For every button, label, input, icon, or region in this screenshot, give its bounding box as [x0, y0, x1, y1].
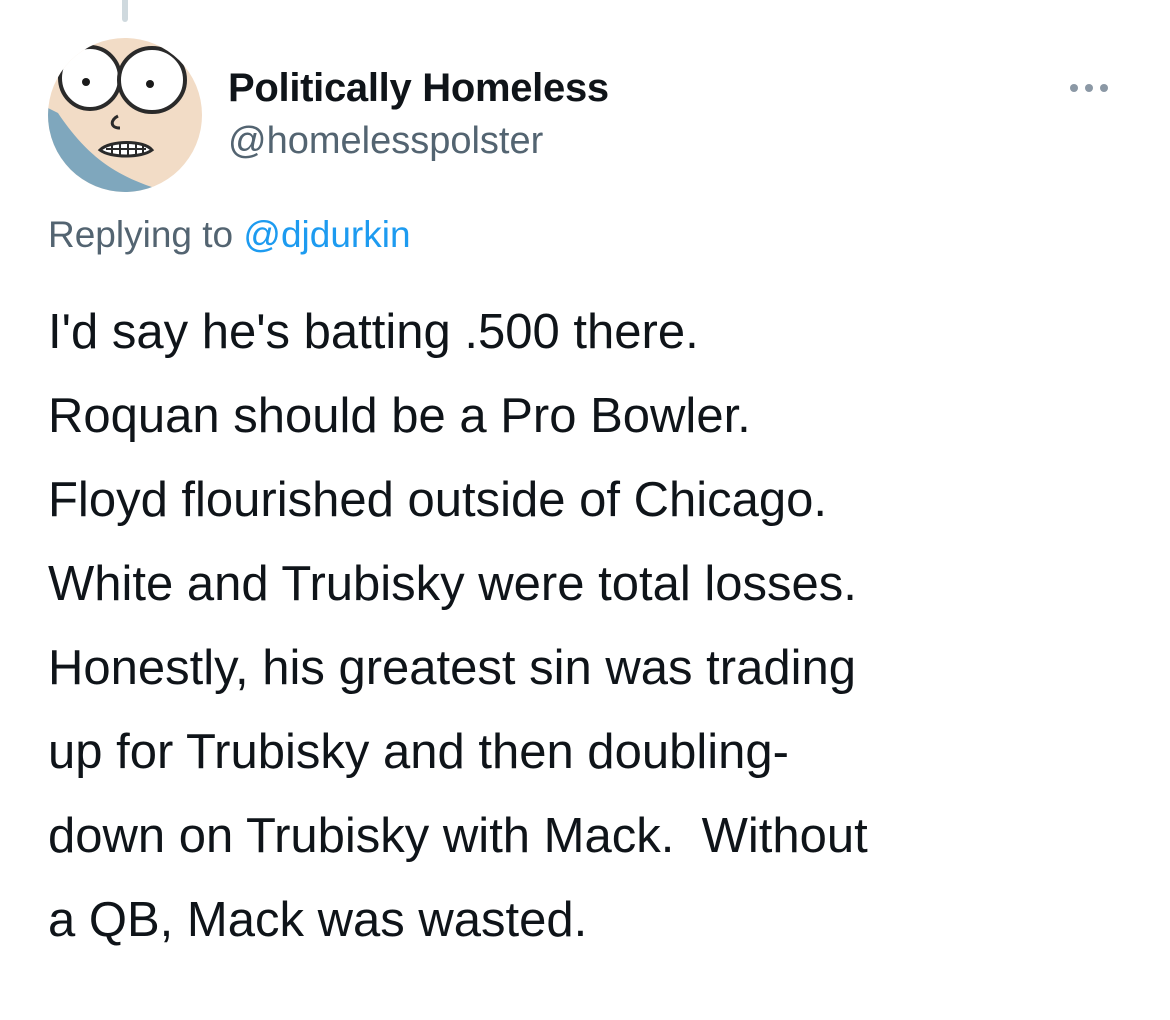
- tweet-text-line: Honestly, his greatest sin was trading: [48, 641, 856, 695]
- tweet-text-line: I'd say he's batting .500 there.: [48, 305, 699, 359]
- replying-to-label: Replying to: [48, 214, 244, 255]
- more-options-icon[interactable]: [1070, 78, 1118, 98]
- more-dot: [1100, 84, 1108, 92]
- tweet-text-line: White and Trubisky were total losses.: [48, 557, 857, 611]
- tweet-text-line: up for Trubisky and then doubling-: [48, 725, 789, 779]
- more-dot: [1085, 84, 1093, 92]
- tweet-text-line: down on Trubisky with Mack. Without: [48, 809, 868, 863]
- tweet-text: I'd say he's batting .500 there. Roquan …: [48, 290, 1148, 962]
- author-display-name[interactable]: Politically Homeless: [228, 66, 609, 111]
- more-dot: [1070, 84, 1078, 92]
- reply-to-mention-link[interactable]: @djdurkin: [243, 214, 410, 255]
- cartoon-avatar-icon: [48, 38, 202, 192]
- author-handle[interactable]: @homelesspolster: [228, 120, 543, 163]
- avatar[interactable]: [48, 38, 202, 192]
- replying-to-line: Replying to @djdurkin: [48, 214, 411, 256]
- tweet-text-line: Floyd flourished outside of Chicago.: [48, 473, 827, 527]
- tweet-text-line: Roquan should be a Pro Bowler.: [48, 389, 751, 443]
- thread-connector-line: [122, 0, 128, 22]
- tweet-text-line: a QB, Mack was wasted.: [48, 893, 588, 947]
